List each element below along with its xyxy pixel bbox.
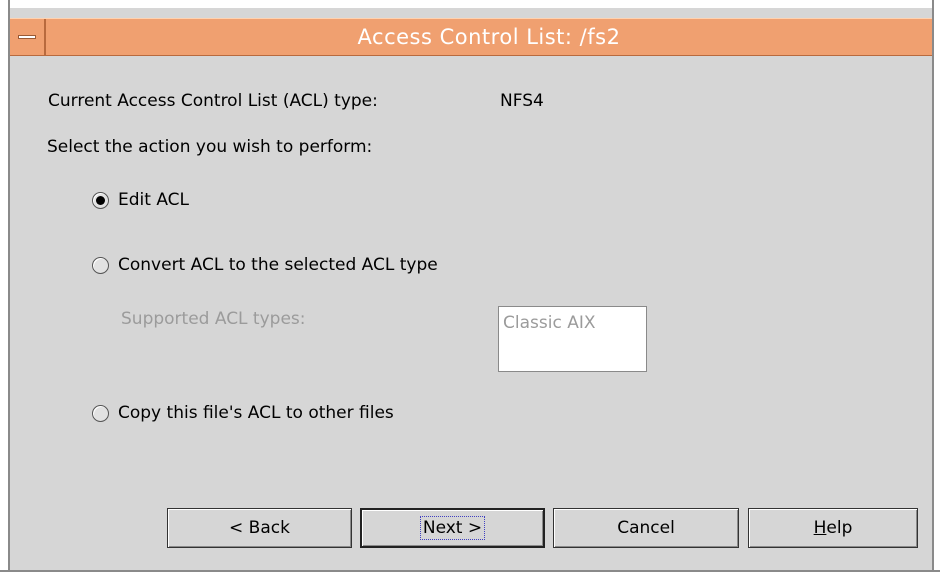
cancel-button-label: Cancel [617, 518, 675, 538]
next-button-label: Next > [419, 516, 486, 540]
radio-edit-acl-label: Edit ACL [118, 190, 189, 210]
radio-copy-acl-label: Copy this file's ACL to other files [118, 403, 394, 423]
window-frame-left[interactable] [0, 0, 10, 580]
radio-copy-acl[interactable]: Copy this file's ACL to other files [92, 403, 394, 423]
window-frame-right[interactable] [932, 0, 940, 580]
radio-convert-acl-label: Convert ACL to the selected ACL type [118, 255, 438, 275]
radio-convert-acl[interactable]: Convert ACL to the selected ACL type [92, 255, 438, 275]
radio-button-unchecked[interactable] [92, 404, 109, 422]
help-button-label: Help [814, 518, 853, 538]
window-title: Access Control List: /fs2 [357, 25, 621, 49]
select-action-label: Select the action you wish to perform: [47, 137, 373, 157]
radio-button-unchecked[interactable] [92, 256, 109, 274]
radio-button-checked[interactable] [92, 191, 109, 209]
cancel-button[interactable]: Cancel [553, 508, 739, 548]
help-label-rest: elp [826, 518, 853, 538]
acl-type-label: Current Access Control List (ACL) type: [48, 91, 378, 111]
window-frame-top[interactable] [0, 0, 940, 8]
supported-acl-types-label: Supported ACL types: [121, 309, 306, 329]
window-menu-button[interactable] [10, 19, 46, 55]
dialog-content: Current Access Control List (ACL) type: … [10, 57, 932, 570]
title-bar[interactable]: Access Control List: /fs2 [10, 18, 932, 56]
next-button[interactable]: Next > [360, 508, 545, 548]
acl-dialog-window: Access Control List: /fs2 Current Access… [0, 0, 940, 580]
help-button[interactable]: Help [748, 508, 918, 548]
window-menu-icon [18, 35, 36, 39]
back-button-label: < Back [229, 518, 290, 538]
back-button[interactable]: < Back [167, 508, 352, 548]
acl-type-option[interactable]: Classic AIX [503, 313, 596, 333]
radio-edit-acl[interactable]: Edit ACL [92, 190, 189, 210]
help-mnemonic: H [813, 518, 827, 538]
window-frame-bottom[interactable] [0, 570, 940, 580]
acl-type-value: NFS4 [500, 91, 544, 111]
supported-acl-types-list[interactable]: Classic AIX [498, 306, 647, 372]
